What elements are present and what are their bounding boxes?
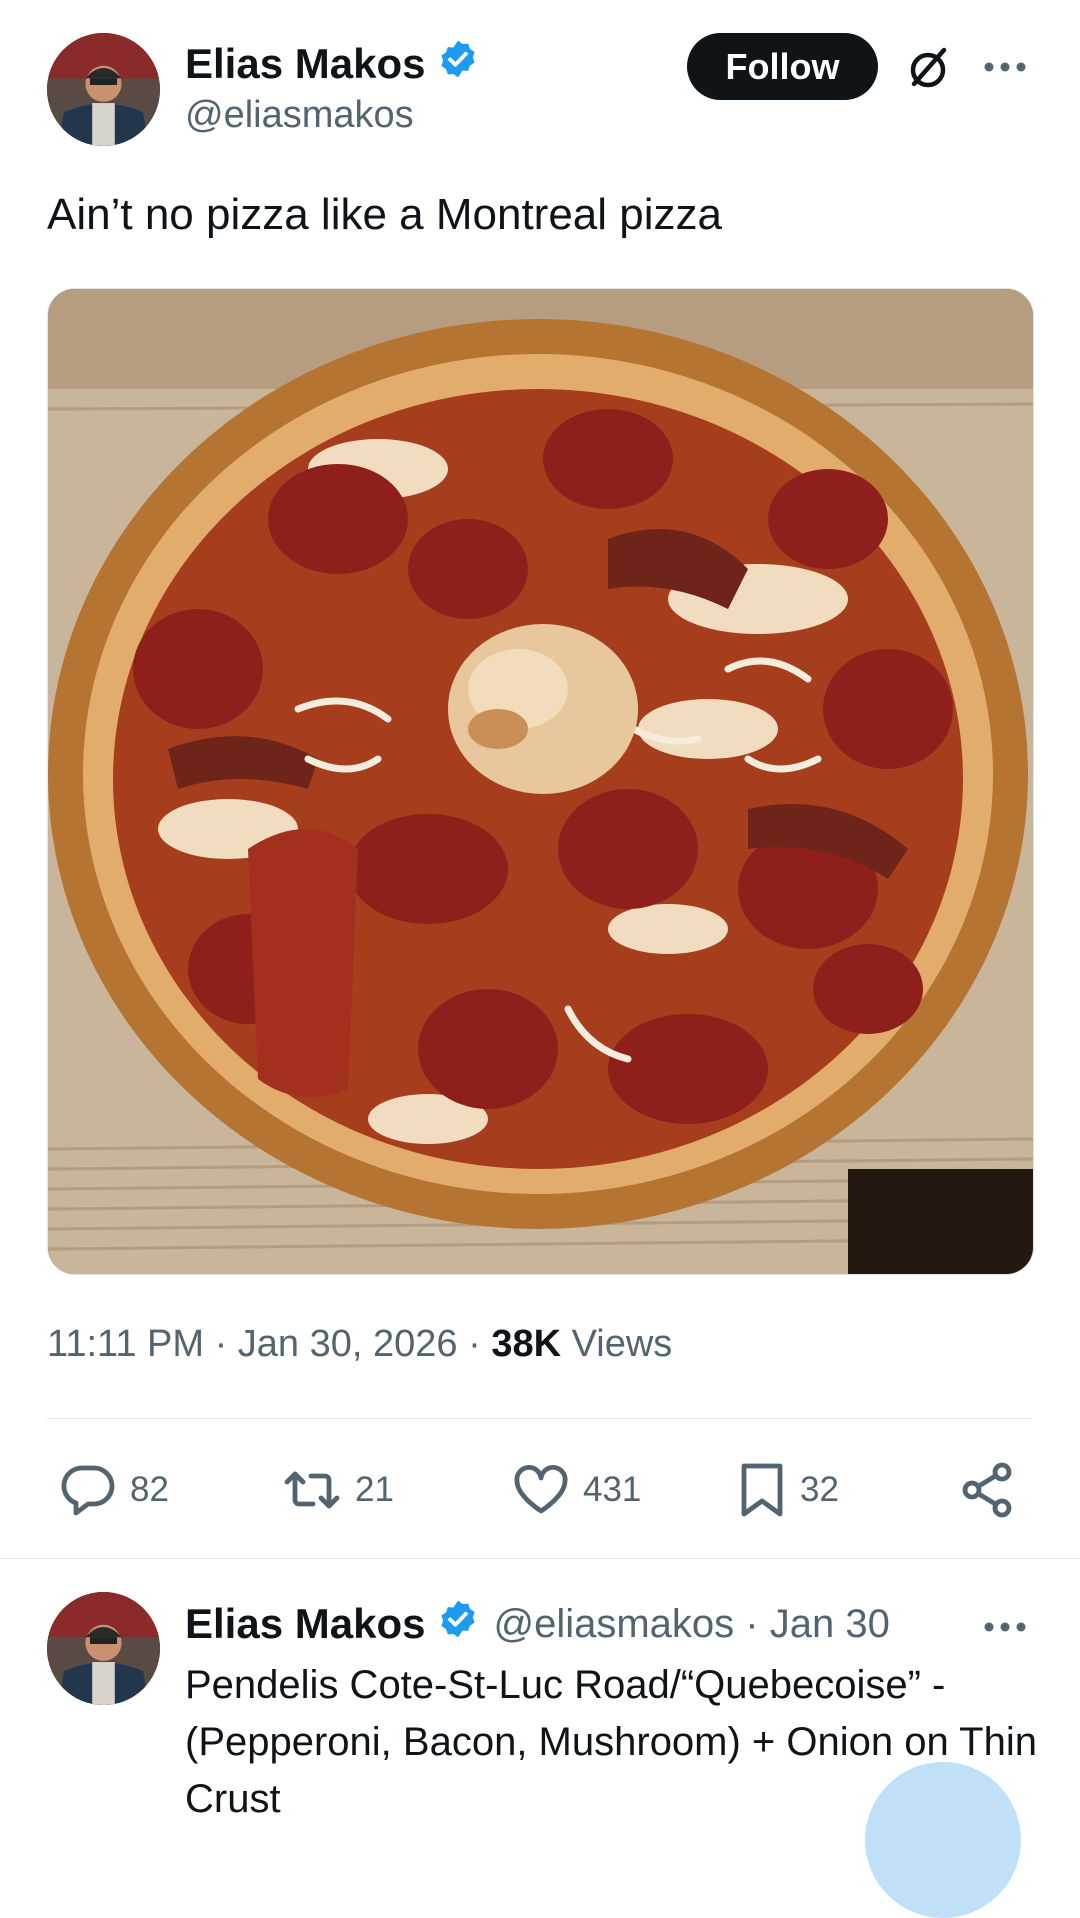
views-count: 38K: [491, 1323, 562, 1365]
separator: ·: [468, 1323, 492, 1365]
reply-date[interactable]: Jan 30: [770, 1602, 890, 1646]
repost-icon: [284, 1471, 340, 1509]
author-name-text: Elias Makos: [185, 40, 426, 87]
like-button[interactable]: 431: [513, 1460, 641, 1520]
author-handle[interactable]: @eliasmakos: [185, 94, 414, 137]
tweet-photo[interactable]: [47, 288, 1034, 1275]
meta-divider: [47, 1418, 1032, 1419]
reply-handle[interactable]: @eliasmakos: [493, 1602, 734, 1646]
tweet-meta: 11:11 PM · Jan 30, 2026 · 38K Views: [47, 1323, 672, 1366]
reply-author-line: Elias Makos @eliasmakos · Jan 30: [185, 1598, 890, 1650]
reply-author-avatar[interactable]: [47, 1592, 160, 1705]
author-avatar[interactable]: [47, 33, 160, 146]
bookmark-button[interactable]: 32: [738, 1460, 839, 1520]
verified-badge-icon: [437, 1598, 479, 1650]
like-count: 431: [583, 1470, 642, 1509]
reply-author-name[interactable]: Elias Makos: [185, 1600, 425, 1648]
actions-divider: [0, 1558, 1080, 1559]
repost-count: 21: [355, 1470, 394, 1509]
bookmark-count: 32: [800, 1470, 839, 1509]
separator: ·: [745, 1601, 770, 1646]
more-icon[interactable]: [980, 52, 1030, 82]
reply-button[interactable]: 82: [60, 1460, 169, 1520]
tweet-time: 11:11 PM: [47, 1323, 205, 1365]
share-button[interactable]: [960, 1460, 1028, 1520]
bookmark-icon: [741, 1463, 783, 1517]
follow-button[interactable]: Follow: [687, 33, 878, 100]
tweet-text: Ain’t no pizza like a Montreal pizza: [47, 190, 722, 239]
tweet-date: Jan 30, 2026: [237, 1323, 458, 1365]
author-name[interactable]: Elias Makos: [185, 38, 479, 90]
share-icon: [962, 1462, 1012, 1518]
views-label: Views: [571, 1323, 673, 1365]
reply-more-icon[interactable]: [980, 1612, 1030, 1642]
verified-badge-icon: [437, 38, 479, 90]
reply-icon: [61, 1465, 115, 1516]
grok-icon[interactable]: [902, 42, 954, 94]
separator: ·: [214, 1323, 238, 1365]
repost-button[interactable]: 21: [283, 1460, 394, 1520]
like-icon: [514, 1465, 568, 1514]
compose-icon[interactable]: [865, 1762, 1021, 1918]
reply-count: 82: [130, 1470, 169, 1509]
